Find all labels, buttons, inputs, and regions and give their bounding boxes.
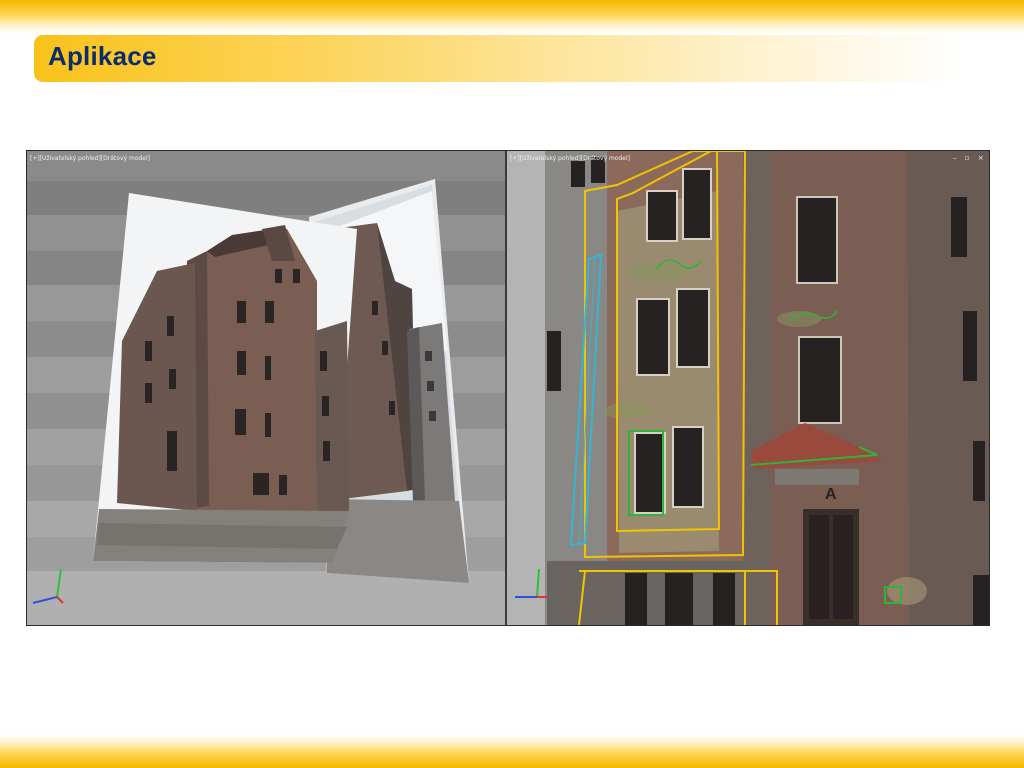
photo-panel-left[interactable] xyxy=(93,193,357,563)
left-viewport-scene xyxy=(32,179,469,604)
axis-gizmo xyxy=(32,568,64,604)
door-sign: A xyxy=(825,486,837,503)
slide-title: Aplikace xyxy=(48,41,157,71)
title-bar xyxy=(34,35,964,82)
bottom-decorative-band xyxy=(0,734,1024,768)
left-viewport-label[interactable]: [+][Uživatelský pohled][Drátový model] xyxy=(30,155,150,162)
right-viewport-label[interactable]: [+][Uživatelský pohled][Drátový model] xyxy=(510,155,630,162)
right-viewport[interactable]: A [+][Uživatelský pohled][Drátový model] xyxy=(507,151,989,625)
right-viewport-scene: A xyxy=(507,151,989,625)
top-decorative-band xyxy=(0,0,1024,34)
left-viewport[interactable]: [+][Uživatelský pohled][Drátový model] xyxy=(27,151,505,625)
building-facade: A xyxy=(545,151,989,625)
viewport-background xyxy=(507,151,545,625)
viewport-window-controls[interactable]: – ▫ × xyxy=(953,154,987,162)
